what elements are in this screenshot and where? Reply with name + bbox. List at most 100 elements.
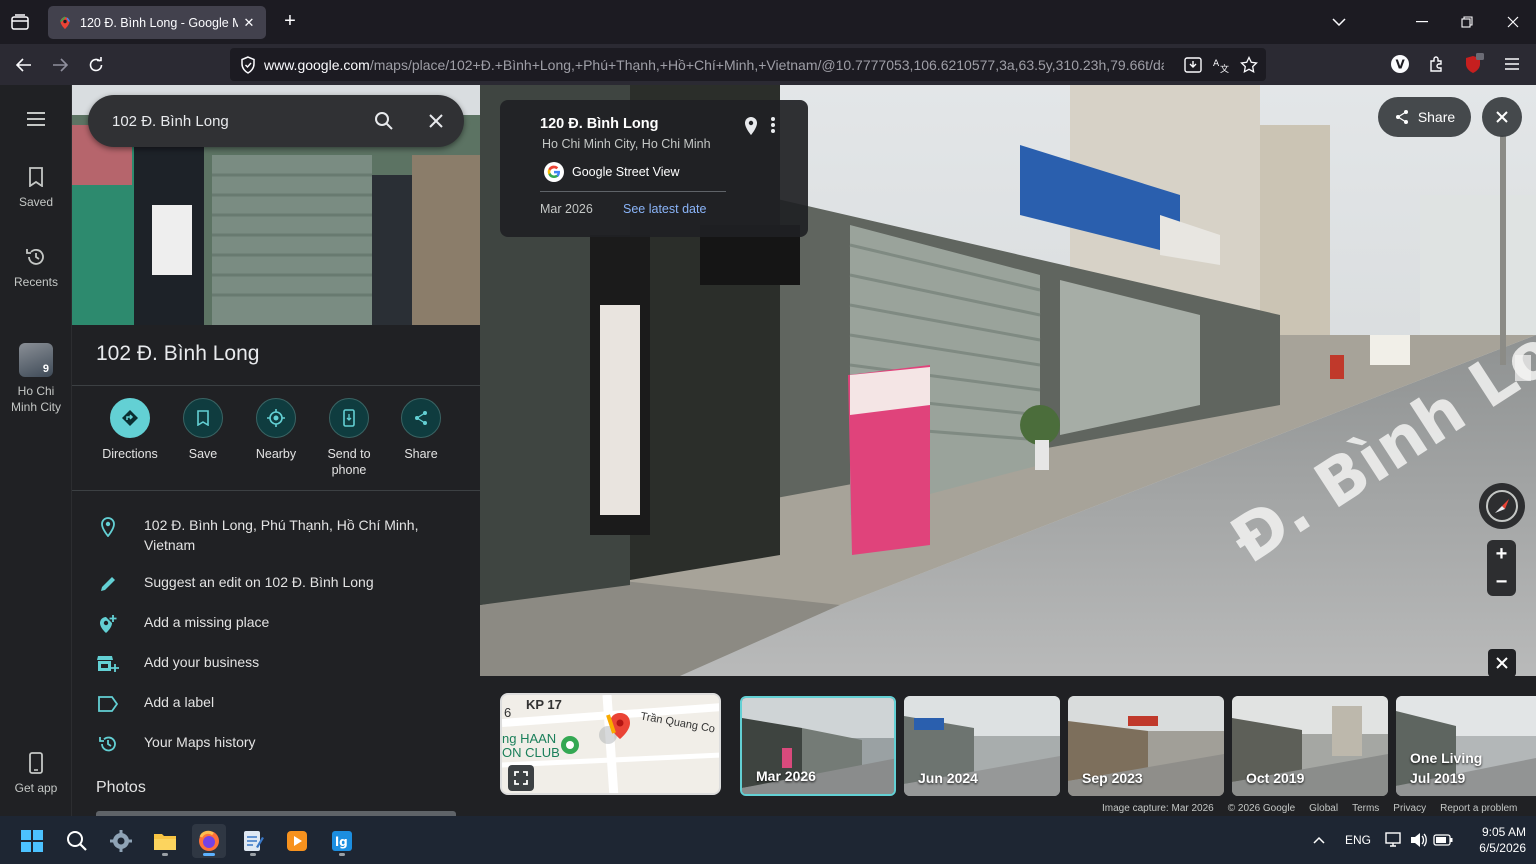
battery-icon[interactable] bbox=[1433, 830, 1453, 850]
saved-button[interactable]: Saved bbox=[0, 165, 72, 209]
new-tab-button[interactable]: + bbox=[280, 11, 300, 32]
address-bar[interactable]: www.google.com/maps/place/102+Đ.+Bình+Lo… bbox=[230, 48, 1266, 81]
location-pin-icon[interactable] bbox=[742, 116, 760, 136]
send-to-phone-label: Send to phone bbox=[327, 447, 371, 477]
zoom-out-button[interactable]: − bbox=[1487, 568, 1516, 596]
report-problem-link[interactable]: Report a problem bbox=[1440, 803, 1517, 815]
windows-taskbar: lg ENG 9:05 AM 6/5/2026 bbox=[0, 816, 1536, 864]
add-missing-place-text: Add a missing place bbox=[144, 614, 270, 630]
map-label: ON CLUB bbox=[502, 745, 560, 760]
street-view-share-button[interactable]: Share bbox=[1378, 97, 1471, 137]
send-to-phone-button[interactable]: Send to phone bbox=[313, 398, 385, 478]
vpn-extension-icon[interactable]: V bbox=[1389, 53, 1411, 75]
map-label: ng HAAN bbox=[502, 731, 557, 746]
search-box[interactable] bbox=[88, 95, 464, 147]
url-text[interactable]: www.google.com/maps/place/102+Đ.+Bình+Lo… bbox=[264, 57, 1164, 73]
pencil-icon bbox=[96, 572, 120, 596]
search-input[interactable] bbox=[112, 112, 352, 130]
timeline-thumb[interactable]: Mar 2026 bbox=[740, 696, 896, 796]
minimize-icon[interactable] bbox=[1412, 12, 1432, 32]
add-location-icon bbox=[96, 612, 120, 636]
firefox-app[interactable] bbox=[192, 824, 226, 858]
timeline-thumb[interactable]: Jun 2024 bbox=[904, 696, 1060, 796]
clear-search-icon[interactable] bbox=[424, 109, 448, 133]
add-business-icon bbox=[96, 652, 120, 676]
map-label: KP 17 bbox=[526, 697, 562, 712]
window-close-icon[interactable] bbox=[1503, 12, 1523, 32]
close-street-view-button[interactable] bbox=[1482, 97, 1522, 137]
nearby-button[interactable]: Nearby bbox=[240, 398, 312, 462]
language-indicator[interactable]: ENG bbox=[1340, 830, 1376, 850]
notepad-app[interactable] bbox=[236, 824, 270, 858]
show-hidden-icons-icon[interactable] bbox=[1311, 830, 1327, 850]
back-icon[interactable] bbox=[12, 53, 36, 77]
hamburger-menu-icon bbox=[24, 107, 48, 131]
timeline-label: Sep 2023 bbox=[1082, 770, 1143, 786]
extensions-icon[interactable] bbox=[1426, 53, 1448, 75]
add-label-row[interactable]: Add a label bbox=[96, 692, 466, 716]
svg-text:文: 文 bbox=[1220, 63, 1229, 74]
add-missing-place-row[interactable]: Add a missing place bbox=[96, 612, 466, 636]
media-player-app[interactable] bbox=[280, 824, 314, 858]
save-to-pocket-icon[interactable] bbox=[1184, 56, 1202, 74]
reload-icon[interactable] bbox=[84, 53, 108, 77]
menu-button[interactable] bbox=[0, 107, 72, 137]
maps-left-rail: Saved Recents 9 Ho Chi Minh City Get app bbox=[0, 85, 72, 816]
system-clock[interactable]: 9:05 AM 6/5/2026 bbox=[1462, 824, 1526, 856]
directions-icon bbox=[110, 398, 150, 438]
file-explorer-app[interactable] bbox=[148, 824, 182, 858]
more-options-icon[interactable] bbox=[770, 116, 780, 136]
mini-map[interactable]: KP 17 Trần Quang Co ng HAAN ON CLUB 6 bbox=[500, 693, 721, 795]
save-label: Save bbox=[188, 447, 218, 461]
close-strip-button[interactable] bbox=[1488, 649, 1516, 677]
see-latest-date-link[interactable]: See latest date bbox=[623, 202, 706, 216]
sv-source-label: Google Street View bbox=[572, 165, 680, 179]
bookmark-star-icon[interactable] bbox=[1240, 56, 1258, 74]
taskbar-search-button[interactable] bbox=[60, 824, 94, 858]
global-link[interactable]: Global bbox=[1309, 803, 1338, 815]
network-icon[interactable] bbox=[1384, 830, 1404, 850]
search-icon[interactable] bbox=[372, 109, 396, 133]
get-app-button[interactable]: Get app bbox=[0, 751, 72, 795]
timeline-thumb[interactable]: Oct 2019 bbox=[1232, 696, 1388, 796]
send-to-phone-icon bbox=[329, 398, 369, 438]
forward-icon[interactable] bbox=[48, 53, 72, 77]
address-row[interactable]: 102 Đ. Bình Long, Phú Thạnh, Hồ Chí Minh… bbox=[96, 515, 466, 555]
sv-source[interactable]: Google Street View bbox=[544, 162, 679, 182]
compass-icon[interactable] bbox=[1479, 483, 1525, 529]
close-icon bbox=[1496, 657, 1508, 669]
site-security-icon[interactable] bbox=[240, 55, 256, 74]
timeline-thumb[interactable]: One Living Jul 2019 bbox=[1396, 696, 1536, 796]
share-place-button[interactable]: Share bbox=[385, 398, 457, 462]
app-menu-icon[interactable] bbox=[1501, 53, 1523, 75]
tab-list-icon[interactable] bbox=[8, 10, 32, 34]
list-all-tabs-icon[interactable] bbox=[1329, 12, 1349, 32]
suggest-edit-row[interactable]: Suggest an edit on 102 Đ. Bình Long bbox=[96, 572, 466, 596]
maps-history-row[interactable]: Your Maps history bbox=[96, 732, 466, 756]
terms-link[interactable]: Terms bbox=[1352, 803, 1379, 815]
timeline-thumb[interactable]: Sep 2023 bbox=[1068, 696, 1224, 796]
ublock-extension-icon[interactable] bbox=[1463, 53, 1485, 75]
recent-place-ho-chi-minh[interactable]: 9 Ho Chi Minh City bbox=[0, 343, 72, 415]
settings-app[interactable] bbox=[104, 824, 138, 858]
share-label: Share bbox=[404, 447, 438, 461]
save-button[interactable]: Save bbox=[167, 398, 239, 462]
map-label: 6 bbox=[504, 705, 512, 720]
add-business-row[interactable]: Add your business bbox=[96, 652, 466, 676]
svg-text:V: V bbox=[1396, 58, 1406, 72]
firefox-icon bbox=[199, 830, 219, 851]
divider bbox=[72, 490, 480, 491]
translate-icon[interactable]: A文 bbox=[1212, 56, 1230, 74]
start-button[interactable] bbox=[15, 824, 49, 858]
expand-map-icon[interactable] bbox=[508, 765, 534, 791]
browser-tab[interactable]: 120 Đ. Bình Long - Google Map ✕ bbox=[48, 6, 266, 39]
restore-icon[interactable] bbox=[1457, 12, 1477, 32]
volume-icon[interactable] bbox=[1409, 830, 1429, 850]
directions-button[interactable]: Directions bbox=[94, 398, 166, 462]
zoom-in-button[interactable]: + bbox=[1487, 540, 1516, 568]
recents-button[interactable]: Recents bbox=[0, 245, 72, 289]
tab-close-icon[interactable]: ✕ bbox=[242, 15, 256, 30]
privacy-link[interactable]: Privacy bbox=[1393, 803, 1426, 815]
bookmark-icon bbox=[24, 165, 48, 189]
code-editor-app[interactable]: lg bbox=[325, 824, 359, 858]
